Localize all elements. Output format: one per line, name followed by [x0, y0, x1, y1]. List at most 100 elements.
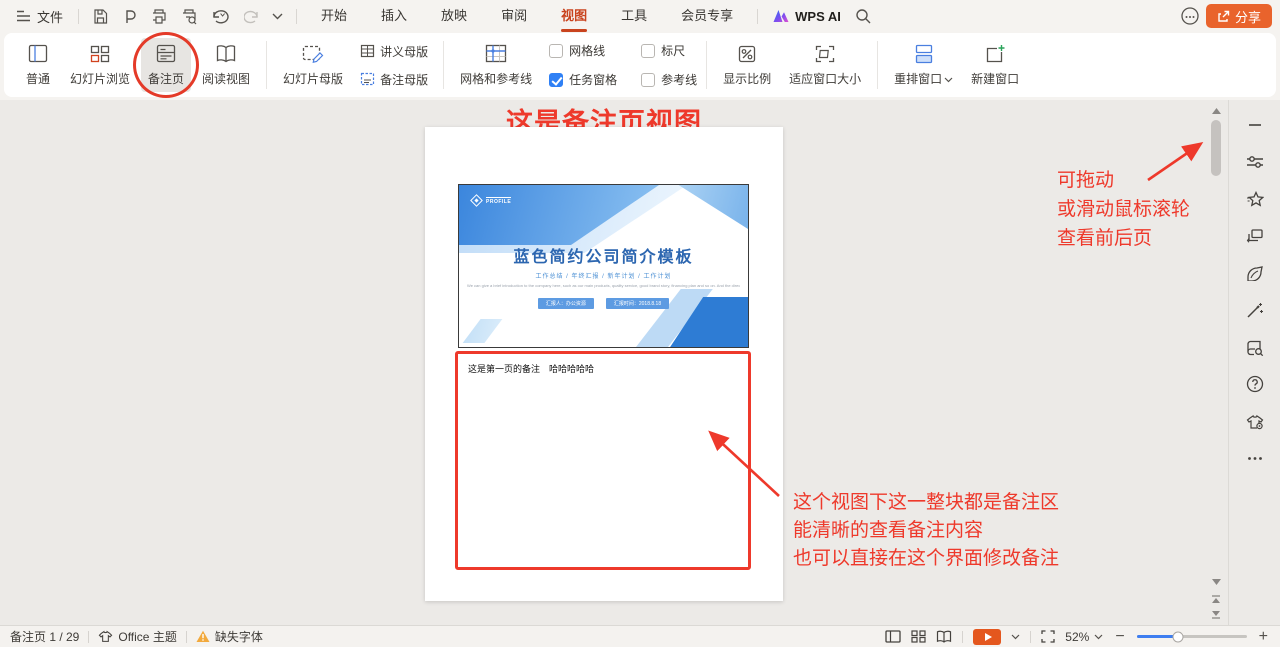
- slideshow-options-button[interactable]: [1011, 634, 1020, 640]
- file-menu-button[interactable]: 文件: [8, 7, 71, 26]
- notes-text: 这是第一页的备注 哈哈哈哈哈: [468, 364, 594, 374]
- new-window-button[interactable]: 新建窗口: [964, 38, 1026, 92]
- ribbon-group-masters: 幻灯片母版 讲义母版 备注母版: [267, 33, 443, 97]
- zoom-level-button[interactable]: 52%: [1065, 630, 1103, 644]
- help-button[interactable]: [1245, 375, 1265, 393]
- print-preview-button[interactable]: [174, 6, 204, 27]
- notes-master-icon: [360, 72, 375, 86]
- notes-page-canvas: 这是备注页视图 PROFILE 蓝色简约公司简介模板 工作总结 / 年终汇报 /…: [0, 100, 1228, 625]
- previous-slide-button[interactable]: [1209, 592, 1223, 606]
- more-icon: [1247, 456, 1263, 461]
- save-button[interactable]: [86, 6, 115, 27]
- checkbox-guides[interactable]: 参考线: [641, 71, 697, 88]
- tab-tools[interactable]: 工具: [604, 0, 664, 32]
- slide-description: We can give a brief introduction to the …: [467, 283, 740, 288]
- checkbox-box-checked: [549, 73, 563, 87]
- share-label: 分享: [1235, 7, 1261, 26]
- zoom-ratio-button[interactable]: 显示比例: [716, 38, 778, 92]
- statusbar-slide-sorter-button[interactable]: [911, 630, 926, 643]
- handout-master-button[interactable]: 讲义母版: [354, 42, 434, 61]
- fit-window-icon: [813, 43, 837, 65]
- checkbox-box: [641, 73, 655, 87]
- tab-review[interactable]: 审阅: [484, 0, 544, 32]
- checkbox-gridlines[interactable]: 网格线: [549, 42, 617, 59]
- grid-guides-button[interactable]: 网格和参考线: [453, 38, 539, 92]
- tab-slideshow[interactable]: 放映: [424, 0, 484, 32]
- cloud-service-button[interactable]: [1174, 4, 1206, 28]
- animation-pane-button[interactable]: [1245, 227, 1265, 245]
- vertical-scrollbar-thumb[interactable]: [1211, 120, 1221, 176]
- statusbar-reading-view-button[interactable]: [936, 630, 952, 643]
- theme-button[interactable]: Office 主题: [98, 628, 176, 645]
- wps-ai-icon: [773, 9, 790, 23]
- statusbar: 备注页 1 / 29 Office 主题 缺失字体: [0, 625, 1280, 647]
- slide-master-button[interactable]: 幻灯片母版: [276, 38, 350, 92]
- scroll-down-button[interactable]: [1209, 575, 1223, 589]
- redo-button[interactable]: [238, 6, 266, 26]
- notes-master-button[interactable]: 备注母版: [354, 70, 434, 89]
- arrange-windows-button[interactable]: 重排窗口: [887, 38, 960, 92]
- zoom-ratio-icon: [735, 43, 759, 65]
- slide-sorter-icon: [88, 43, 112, 65]
- more-tools-button[interactable]: [1245, 449, 1265, 467]
- ink-resource-button[interactable]: [1245, 264, 1265, 282]
- collapse-panel-button[interactable]: [1245, 116, 1265, 134]
- proofread-button[interactable]: [1245, 338, 1265, 356]
- view-notes-page-button[interactable]: 备注页: [141, 38, 191, 92]
- divider: [1030, 631, 1031, 643]
- skin-settings-button[interactable]: [1245, 412, 1265, 430]
- zoom-ratio-label: 显示比例: [723, 70, 771, 87]
- ribbon-group-grid: 网格和参考线 网格线 任务窗格 标尺 参考线: [444, 33, 706, 97]
- ribbon-group-zoom: 显示比例 适应窗口大小: [707, 33, 877, 97]
- scroll-up-button[interactable]: [1209, 104, 1223, 118]
- slideshow-play-button[interactable]: [973, 629, 1001, 645]
- undo-button[interactable]: [204, 6, 238, 26]
- redo-icon: [244, 8, 260, 24]
- slide-decor-shape: [458, 319, 519, 343]
- tab-view[interactable]: 视图: [544, 0, 604, 32]
- wps-ai-label: WPS AI: [795, 9, 841, 24]
- slide-title: 蓝色简约公司简介模板: [459, 243, 748, 267]
- checkbox-ruler[interactable]: 标尺: [641, 42, 697, 59]
- print-preview-icon: [180, 8, 198, 25]
- zoom-in-button[interactable]: +: [1257, 629, 1270, 645]
- magic-wand-icon: [1246, 302, 1264, 319]
- new-window-label: 新建窗口: [971, 70, 1019, 87]
- wps-ai-button[interactable]: WPS AI: [765, 9, 849, 24]
- fit-window-statusbar-button[interactable]: [1041, 630, 1055, 643]
- smart-beautify-button[interactable]: [1245, 301, 1265, 319]
- next-slide-button[interactable]: [1209, 607, 1223, 621]
- slide-master-label: 幻灯片母版: [283, 70, 343, 87]
- missing-font-button[interactable]: 缺失字体: [196, 628, 263, 645]
- slide-thumbnail[interactable]: PROFILE 蓝色简约公司简介模板 工作总结 / 年终汇报 / 新年计划 / …: [458, 184, 749, 348]
- divider: [962, 631, 963, 643]
- checkbox-taskpane[interactable]: 任务窗格: [549, 71, 617, 88]
- export-button[interactable]: [115, 6, 144, 27]
- tab-member[interactable]: 会员专享: [664, 0, 750, 32]
- statusbar-normal-view-button[interactable]: [885, 630, 901, 643]
- search-button[interactable]: [849, 6, 878, 27]
- tab-insert[interactable]: 插入: [364, 0, 424, 32]
- view-notes-page-label: 备注页: [148, 70, 184, 87]
- fit-window-button[interactable]: 适应窗口大小: [782, 38, 868, 92]
- zoom-out-button[interactable]: −: [1113, 629, 1126, 645]
- tab-home[interactable]: 开始: [304, 0, 364, 32]
- tshirt-icon: [98, 630, 113, 643]
- view-checkboxes: 网格线 任务窗格 标尺 参考线: [549, 42, 697, 88]
- wps-presentation-window: 文件 开始 插入 放映 审阅 视图 工具: [0, 0, 1280, 647]
- zoom-slider-knob[interactable]: [1173, 631, 1184, 642]
- share-button[interactable]: 分享: [1206, 4, 1272, 28]
- triangle-up-icon: [1212, 108, 1221, 114]
- view-slide-sorter-button[interactable]: 幻灯片浏览: [63, 38, 137, 92]
- view-normal-button[interactable]: 普通: [17, 38, 59, 92]
- customize-toolbar-button[interactable]: [266, 11, 289, 22]
- special-features-button[interactable]: [1245, 190, 1265, 208]
- print-button[interactable]: [144, 6, 174, 27]
- zoom-slider[interactable]: [1137, 635, 1247, 638]
- divider: [186, 631, 187, 643]
- object-properties-button[interactable]: [1245, 153, 1265, 171]
- reading-view-icon: [936, 630, 952, 643]
- view-reading-button[interactable]: 阅读视图: [195, 38, 257, 92]
- notes-area[interactable]: 这是第一页的备注 哈哈哈哈哈: [455, 351, 751, 570]
- notes-page-button-wrap: 备注页: [141, 38, 191, 92]
